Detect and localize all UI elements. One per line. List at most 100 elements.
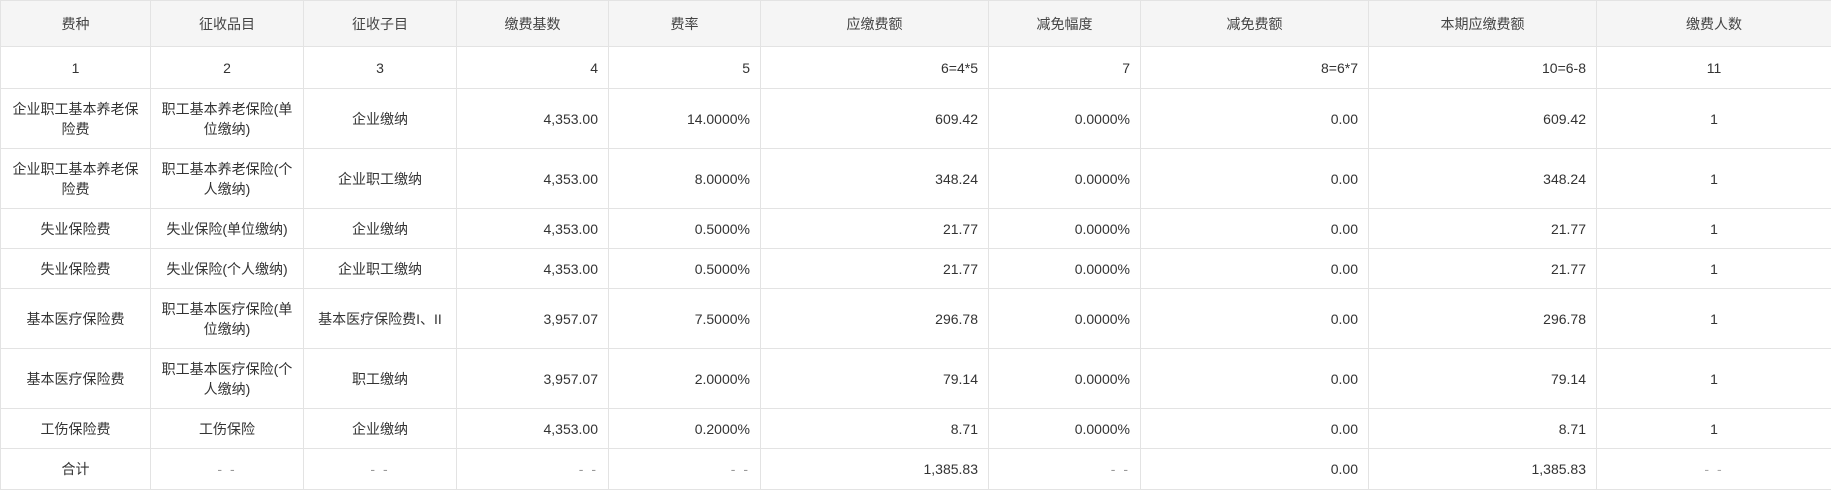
payers-cell: 1: [1597, 209, 1831, 249]
base-cell: 4,353.00: [457, 149, 609, 209]
sub-item-cell: 企业职工缴纳: [304, 149, 457, 209]
fee-type-cell: 失业保险费: [1, 249, 151, 289]
reduction-rate-cell: 0.0000%: [989, 149, 1141, 209]
reduction-amount-cell: 0.00: [1141, 249, 1369, 289]
item-cell: 失业保险(个人缴纳): [151, 249, 304, 289]
item-cell: 职工基本养老保险(个人缴纳): [151, 149, 304, 209]
col-header-fee-type: 费种: [1, 1, 151, 47]
reduction-amount-cell: 0.00: [1141, 289, 1369, 349]
rate-cell: 7.5000%: [609, 289, 761, 349]
payers-cell: 1: [1597, 409, 1831, 449]
table-row: 工伤保险费 工伤保险 企业缴纳 4,353.00 0.2000% 8.71 0.…: [1, 409, 1831, 449]
reduction-rate-cell: 0.0000%: [989, 409, 1141, 449]
sub-item-cell: 企业缴纳: [304, 409, 457, 449]
col-header-base: 缴费基数: [457, 1, 609, 47]
reduction-amount-cell: 0.00: [1141, 89, 1369, 149]
payers-cell: 1: [1597, 349, 1831, 409]
col-header-item: 征收品目: [151, 1, 304, 47]
payable-cell: 609.42: [761, 89, 989, 149]
reduction-rate-cell: 0.0000%: [989, 349, 1141, 409]
fee-type-cell: 企业职工基本养老保险费: [1, 89, 151, 149]
index-cell: 2: [151, 47, 304, 89]
item-cell: 失业保险(单位缴纳): [151, 209, 304, 249]
index-cell: 1: [1, 47, 151, 89]
total-sub-item-cell: - -: [304, 449, 457, 490]
rate-cell: 0.5000%: [609, 209, 761, 249]
reduction-rate-cell: 0.0000%: [989, 249, 1141, 289]
col-header-reduction-rate: 减免幅度: [989, 1, 1141, 47]
col-header-payers: 缴费人数: [1597, 1, 1831, 47]
index-cell: 6=4*5: [761, 47, 989, 89]
item-cell: 职工基本医疗保险(个人缴纳): [151, 349, 304, 409]
payable-cell: 21.77: [761, 209, 989, 249]
table-row: 企业职工基本养老保险费 职工基本养老保险(个人缴纳) 企业职工缴纳 4,353.…: [1, 149, 1831, 209]
item-cell: 职工基本医疗保险(单位缴纳): [151, 289, 304, 349]
payable-cell: 79.14: [761, 349, 989, 409]
total-item-cell: - -: [151, 449, 304, 490]
reduction-rate-cell: 0.0000%: [989, 89, 1141, 149]
item-cell: 职工基本养老保险(单位缴纳): [151, 89, 304, 149]
base-cell: 4,353.00: [457, 89, 609, 149]
index-cell: 8=6*7: [1141, 47, 1369, 89]
fee-type-cell: 基本医疗保险费: [1, 349, 151, 409]
index-cell: 5: [609, 47, 761, 89]
total-payable-cell: 1,385.83: [761, 449, 989, 490]
payable-cell: 296.78: [761, 289, 989, 349]
rate-cell: 0.5000%: [609, 249, 761, 289]
total-reduction-rate-cell: - -: [989, 449, 1141, 490]
reduction-rate-cell: 0.0000%: [989, 289, 1141, 349]
current-payable-cell: 79.14: [1369, 349, 1597, 409]
fee-type-cell: 企业职工基本养老保险费: [1, 149, 151, 209]
sub-item-cell: 企业缴纳: [304, 89, 457, 149]
index-cell: 4: [457, 47, 609, 89]
reduction-amount-cell: 0.00: [1141, 149, 1369, 209]
payable-cell: 21.77: [761, 249, 989, 289]
current-payable-cell: 8.71: [1369, 409, 1597, 449]
base-cell: 4,353.00: [457, 409, 609, 449]
current-payable-cell: 21.77: [1369, 249, 1597, 289]
reduction-amount-cell: 0.00: [1141, 409, 1369, 449]
payers-cell: 1: [1597, 89, 1831, 149]
header-row: 费种 征收品目 征收子目 缴费基数 费率 应缴费额 减免幅度 减免费额 本期应缴…: [1, 1, 1831, 47]
table-row: 基本医疗保险费 职工基本医疗保险(个人缴纳) 职工缴纳 3,957.07 2.0…: [1, 349, 1831, 409]
total-base-cell: - -: [457, 449, 609, 490]
sub-item-cell: 职工缴纳: [304, 349, 457, 409]
index-cell: 10=6-8: [1369, 47, 1597, 89]
rate-cell: 2.0000%: [609, 349, 761, 409]
index-row: 1 2 3 4 5 6=4*5 7 8=6*7 10=6-8 11: [1, 47, 1831, 89]
col-header-reduction-amount: 减免费额: [1141, 1, 1369, 47]
fee-type-cell: 失业保险费: [1, 209, 151, 249]
total-current-payable-cell: 1,385.83: [1369, 449, 1597, 490]
current-payable-cell: 296.78: [1369, 289, 1597, 349]
total-label: 合计: [1, 449, 151, 490]
sub-item-cell: 基本医疗保险费I、II: [304, 289, 457, 349]
fee-type-cell: 基本医疗保险费: [1, 289, 151, 349]
sub-item-cell: 企业缴纳: [304, 209, 457, 249]
index-cell: 11: [1597, 47, 1831, 89]
table-row: 企业职工基本养老保险费 职工基本养老保险(单位缴纳) 企业缴纳 4,353.00…: [1, 89, 1831, 149]
total-reduction-amount-cell: 0.00: [1141, 449, 1369, 490]
col-header-rate: 费率: [609, 1, 761, 47]
base-cell: 4,353.00: [457, 209, 609, 249]
index-cell: 3: [304, 47, 457, 89]
index-cell: 7: [989, 47, 1141, 89]
current-payable-cell: 348.24: [1369, 149, 1597, 209]
base-cell: 3,957.07: [457, 349, 609, 409]
payers-cell: 1: [1597, 289, 1831, 349]
fee-table: 费种 征收品目 征收子目 缴费基数 费率 应缴费额 减免幅度 减免费额 本期应缴…: [0, 0, 1831, 490]
total-row: 合计 - - - - - - - - 1,385.83 - - 0.00 1,3…: [1, 449, 1831, 490]
payers-cell: 1: [1597, 249, 1831, 289]
reduction-rate-cell: 0.0000%: [989, 209, 1141, 249]
item-cell: 工伤保险: [151, 409, 304, 449]
fee-type-cell: 工伤保险费: [1, 409, 151, 449]
table-row: 失业保险费 失业保险(个人缴纳) 企业职工缴纳 4,353.00 0.5000%…: [1, 249, 1831, 289]
current-payable-cell: 609.42: [1369, 89, 1597, 149]
payers-cell: 1: [1597, 149, 1831, 209]
col-header-payable: 应缴费额: [761, 1, 989, 47]
total-rate-cell: - -: [609, 449, 761, 490]
rate-cell: 8.0000%: [609, 149, 761, 209]
rate-cell: 14.0000%: [609, 89, 761, 149]
table-row: 基本医疗保险费 职工基本医疗保险(单位缴纳) 基本医疗保险费I、II 3,957…: [1, 289, 1831, 349]
col-header-sub-item: 征收子目: [304, 1, 457, 47]
reduction-amount-cell: 0.00: [1141, 209, 1369, 249]
